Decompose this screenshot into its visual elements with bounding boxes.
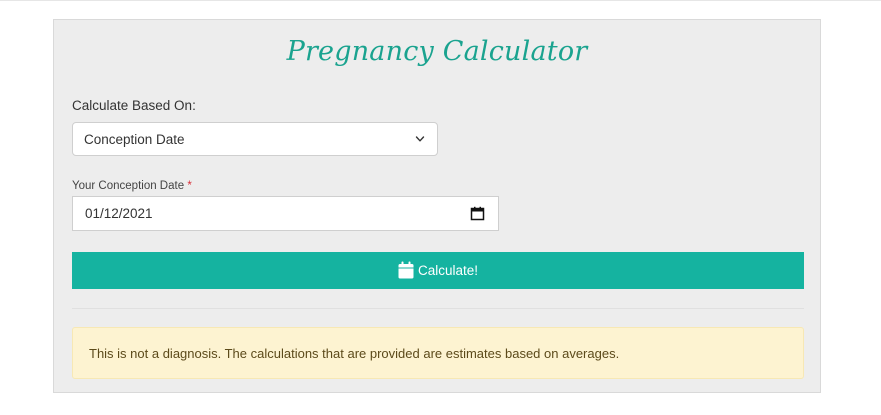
conception-date-label-text: Your Conception Date [72,180,185,192]
disclaimer-alert: This is not a diagnosis. The calculation… [72,327,804,379]
page-title: Pregnancy Calculator [286,36,588,67]
top-border [0,0,881,1]
calculator-card: Pregnancy Calculator Calculate Based On:… [53,19,821,393]
calendar-icon [398,261,414,279]
based-on-label: Calculate Based On: [72,98,196,113]
calculate-button[interactable]: Calculate! [72,252,804,289]
based-on-select[interactable]: Conception Date [72,122,438,156]
chevron-down-icon [415,136,425,142]
calculate-button-label: Calculate! [417,263,479,278]
conception-date-input[interactable]: 01/12/2021 [72,196,499,231]
conception-date-label: Your Conception Date * [72,180,192,192]
calendar-icon[interactable] [470,206,485,221]
required-marker: * [187,180,192,192]
disclaimer-text: This is not a diagnosis. The calculation… [89,346,620,361]
conception-date-value: 01/12/2021 [85,206,153,221]
divider [72,308,804,309]
based-on-selected-value: Conception Date [84,132,185,147]
